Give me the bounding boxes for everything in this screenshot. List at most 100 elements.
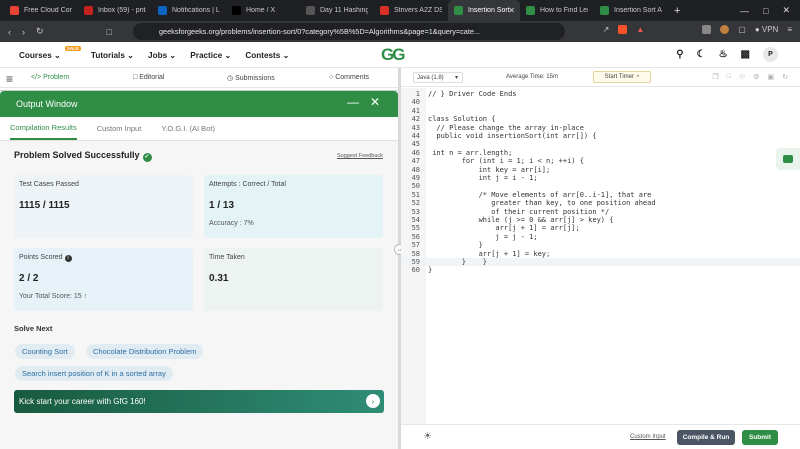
nav-menu-item[interactable]: Practice ⌄ bbox=[190, 50, 231, 60]
nav-menu-item[interactable]: Tutorials ⌄ bbox=[91, 50, 134, 60]
tab-editorial[interactable]: □ Editorial bbox=[133, 74, 164, 81]
tab-submissions[interactable]: ◷ Submissions bbox=[227, 74, 275, 82]
reload-icon[interactable]: ↻ bbox=[36, 26, 44, 37]
code-text: public void insertionSort(int arr[]) { bbox=[428, 132, 597, 140]
tab-favicon-icon bbox=[10, 6, 19, 15]
code-text: // } Driver Code Ends bbox=[428, 90, 517, 98]
new-tab-icon[interactable]: + bbox=[674, 5, 680, 17]
wallet-icon[interactable]: ▢ bbox=[738, 25, 746, 34]
points-label: Points Scored i bbox=[19, 254, 72, 262]
url-field[interactable]: geeksforgeeks.org/problems/insertion-sor… bbox=[133, 23, 565, 40]
tab-yogi-bot[interactable]: Y.O.G.I. (AI Bot) bbox=[161, 124, 215, 133]
problem-tabs: ≡ </> Problem □ Editorial ◷ Submissions … bbox=[0, 68, 398, 88]
code-line: 60} bbox=[401, 266, 800, 274]
avatar[interactable]: P bbox=[763, 47, 778, 62]
code-text: } bbox=[428, 241, 483, 250]
points-value: 2 / 2 bbox=[19, 273, 39, 284]
browser-menu-icon[interactable]: ≡ bbox=[787, 25, 792, 34]
suggestion-chocolate-distribution[interactable]: Chocolate Distribution Problem bbox=[86, 344, 204, 359]
browser-tab[interactable]: Inbox (59) - pritar bbox=[78, 0, 152, 21]
fullscreen-icon[interactable]: ▣ bbox=[768, 73, 775, 81]
minimize-icon[interactable]: — bbox=[740, 6, 749, 16]
code-line: 43 // Please change the array in-place bbox=[401, 124, 800, 132]
suggest-feedback-link[interactable]: Suggest Feedback bbox=[337, 153, 383, 159]
upload-icon[interactable]: ☉ bbox=[739, 73, 745, 81]
output-window: Output Window — ✕ Compilation Results Cu… bbox=[0, 90, 398, 449]
nav-menu-item[interactable]: Jobs ⌄ bbox=[148, 50, 176, 60]
browser-tab[interactable]: Insertion Sort Alg bbox=[594, 0, 668, 21]
profile-icon[interactable] bbox=[720, 25, 730, 34]
share-icon[interactable]: ↗ bbox=[603, 25, 610, 34]
reset-icon[interactable]: □ bbox=[727, 73, 731, 81]
time-label: Time Taken bbox=[209, 254, 245, 261]
settings-icon[interactable]: ⚙ bbox=[753, 73, 759, 81]
tab-comments-label: Comments bbox=[335, 74, 370, 81]
line-number: 46 bbox=[411, 148, 420, 157]
code-line: 40 bbox=[401, 98, 800, 106]
start-timer-button[interactable]: Start Timer ◔ bbox=[593, 71, 651, 83]
refresh-icon[interactable]: ↻ bbox=[782, 73, 788, 81]
tab-compilation-results[interactable]: Compilation Results bbox=[10, 117, 77, 140]
search-icon[interactable]: ⚲ bbox=[676, 49, 683, 60]
line-number: 57 bbox=[411, 241, 420, 250]
nav-menu-item[interactable]: Contests ⌄ bbox=[245, 50, 289, 60]
tab-custom-input[interactable]: Custom Input bbox=[97, 124, 142, 133]
close-window-icon[interactable]: ✕ bbox=[782, 5, 790, 16]
bulb-icon[interactable]: ☀ bbox=[423, 431, 432, 442]
arrow-up-icon: ↑ bbox=[83, 293, 88, 300]
result-status-text: Problem Solved Successfully bbox=[14, 150, 140, 160]
back-icon[interactable]: ‹ bbox=[8, 27, 11, 37]
suggestion-counting-sort[interactable]: Counting Sort bbox=[15, 344, 75, 359]
tab-editorial-label: Editorial bbox=[139, 74, 165, 81]
code-editor[interactable]: 1 // } Driver Code Ends 40 41 42 class Soluti… bbox=[401, 88, 800, 424]
language-select[interactable]: Java (1.8) ▾ bbox=[413, 72, 463, 83]
hamburger-icon[interactable]: ≡ bbox=[6, 72, 13, 86]
vpn-icon[interactable]: ● VPN bbox=[755, 25, 779, 34]
info-icon[interactable]: i bbox=[64, 255, 72, 262]
code-text: j = j - 1; bbox=[428, 232, 538, 241]
language-value: Java (1.8) bbox=[417, 75, 444, 81]
line-number: 40 bbox=[411, 98, 420, 107]
suggestion-search-insert-position[interactable]: Search insert position of K in a sorted … bbox=[15, 366, 173, 381]
line-number: 54 bbox=[411, 216, 420, 224]
chevron-right-icon[interactable]: › bbox=[366, 394, 380, 408]
browser-tab[interactable]: Free Cloud Comp bbox=[4, 0, 78, 21]
custom-input-link[interactable]: Custom Input bbox=[630, 434, 666, 440]
code-text: /* Move elements of arr[0..i-1], that ar… bbox=[428, 190, 652, 199]
browser-tab[interactable]: Strivers A2Z DSA bbox=[374, 0, 448, 21]
nav-menu-item[interactable]: Courses ⌄SALE bbox=[19, 45, 81, 60]
line-number: 49 bbox=[411, 174, 420, 182]
rewards-icon[interactable]: ▲ bbox=[636, 25, 644, 34]
brave-shield-icon[interactable] bbox=[618, 25, 628, 34]
chat-icon[interactable] bbox=[776, 148, 800, 170]
notification-bell-icon[interactable]: ♨ bbox=[719, 49, 728, 60]
compile-run-button[interactable]: Compile & Run bbox=[677, 430, 735, 445]
browser-tab[interactable]: Notifications | Lin bbox=[152, 0, 226, 21]
close-output-icon[interactable]: ✕ bbox=[370, 95, 380, 109]
theme-toggle-icon[interactable]: ☾ bbox=[697, 49, 706, 60]
forward-icon[interactable]: › bbox=[22, 27, 25, 37]
extension-icon[interactable] bbox=[702, 25, 712, 34]
browser-tab[interactable]: How to Find Leng bbox=[520, 0, 594, 21]
browser-tab[interactable]: Day 11 Hashing | bbox=[300, 0, 374, 21]
time-value: 0.31 bbox=[209, 273, 229, 284]
maximize-icon[interactable]: □ bbox=[763, 6, 768, 16]
code-line: 50 bbox=[401, 182, 800, 190]
close-tab-icon[interactable]: ✕ bbox=[508, 6, 515, 15]
tab-comments[interactable]: ○ Comments bbox=[329, 74, 369, 81]
minimize-output-icon[interactable]: — bbox=[347, 95, 359, 109]
bookmark-icon[interactable]: □ bbox=[107, 27, 112, 37]
browser-tab[interactable]: Home / X bbox=[226, 0, 300, 21]
tab-problem[interactable]: </> Problem bbox=[31, 74, 69, 81]
submit-button[interactable]: Submit bbox=[742, 430, 778, 445]
translate-icon[interactable]: ▩ bbox=[741, 49, 750, 60]
copy-icon[interactable]: ❐ bbox=[712, 73, 718, 81]
browser-tab[interactable]: Insertion Sort ✕ bbox=[448, 0, 520, 21]
code-line: 45 bbox=[401, 140, 800, 148]
code-line: 57 } bbox=[401, 241, 800, 249]
code-text: int n = arr.length; bbox=[428, 148, 513, 157]
code-text: class Solution { bbox=[428, 115, 496, 124]
gfg160-banner[interactable]: Kick start your career with GfG 160! › bbox=[14, 390, 384, 413]
tab-problem-label: Problem bbox=[43, 74, 70, 81]
gfg-logo[interactable]: GG bbox=[381, 45, 405, 65]
